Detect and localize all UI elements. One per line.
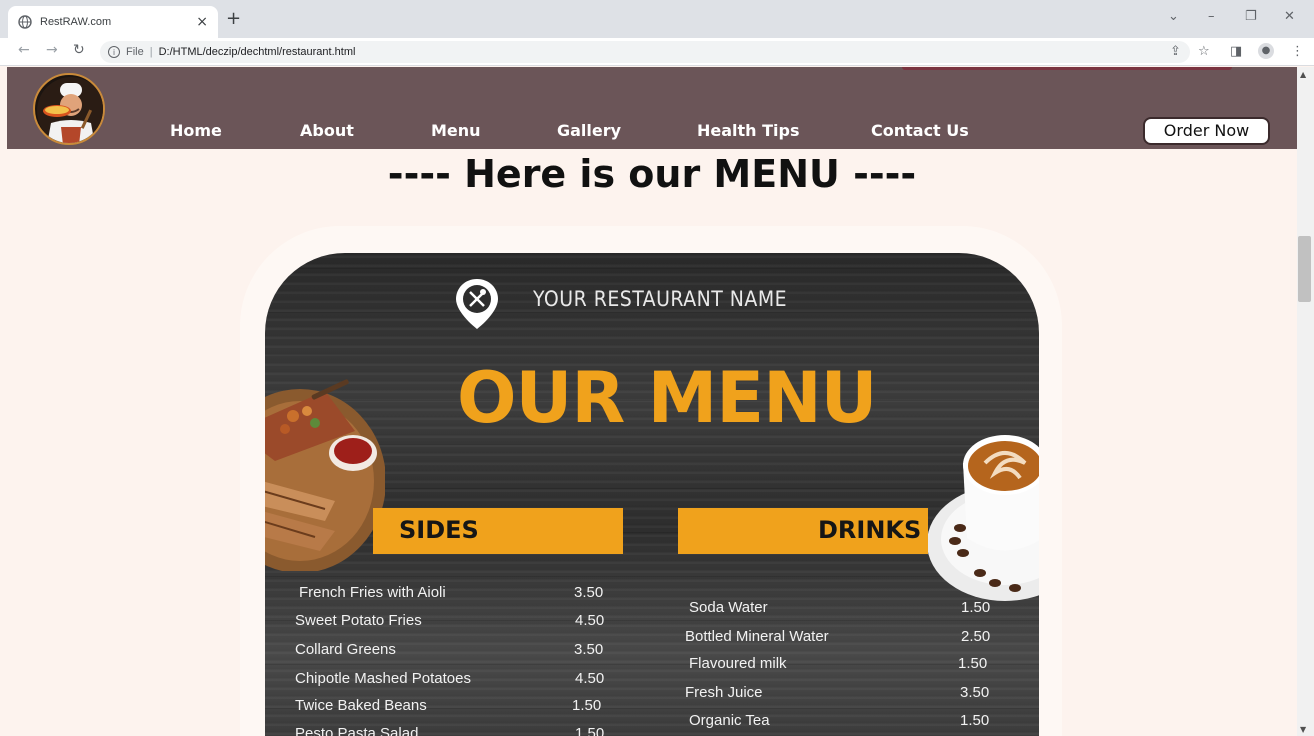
sides-banner: SIDES [373, 508, 623, 554]
browser-tab[interactable]: RestRAW.com × [8, 6, 218, 38]
coffee-cup-image [927, 435, 1039, 601]
drinks-label: DRINKS [818, 516, 922, 544]
drinks-banner: DRINKS [678, 508, 928, 554]
drinks-item-price: 2.50 [961, 628, 991, 645]
star-icon[interactable]: ☆ [1198, 44, 1210, 59]
sides-item-name: French Fries with Aioli [299, 584, 446, 601]
nav-contact-us[interactable]: Contact Us [871, 121, 969, 140]
nav-about[interactable]: About [300, 121, 354, 140]
nav-gallery[interactable]: Gallery [557, 121, 621, 140]
url-scheme: File [126, 46, 144, 58]
sides-item-name: Chipotle Mashed Potatoes [295, 670, 471, 687]
chevron-down-icon[interactable]: ⌄ [1168, 9, 1179, 24]
drinks-item-name: Organic Tea [689, 712, 770, 729]
reload-icon[interactable]: ↻ [73, 42, 85, 58]
order-now-button[interactable]: Order Now [1143, 117, 1270, 145]
sides-item-price: 1.50 [572, 697, 602, 714]
sides-item-name: Collard Greens [295, 641, 396, 658]
drinks-item-price: 1.50 [961, 599, 991, 616]
sides-label: SIDES [399, 516, 479, 544]
scroll-down-icon[interactable]: ▼ [1300, 725, 1306, 734]
url-separator: | [149, 46, 153, 58]
url-text[interactable]: D:/HTML/deczip/dechtml/restaurant.html [159, 46, 356, 58]
info-icon[interactable]: i [108, 46, 120, 58]
profile-icon[interactable]: ● [1258, 43, 1274, 59]
menu-page-heading: ---- Here is our MENU ---- [387, 152, 917, 196]
back-icon[interactable]: ← [18, 42, 30, 58]
sides-item-name: Twice Baked Beans [295, 697, 427, 714]
restaurant-name: YOUR RESTAURANT NAME [533, 287, 788, 311]
drinks-item-price: 1.50 [960, 712, 990, 729]
drinks-item-name: Bottled Mineral Water [685, 628, 829, 645]
url-omnibox[interactable]: i File | D:/HTML/deczip/dechtml/restaura… [100, 41, 1190, 63]
sides-item-price: 4.50 [575, 670, 605, 687]
page-scrollbar-track[interactable] [1297, 67, 1314, 736]
tab-title: RestRAW.com [40, 16, 112, 28]
sides-item-price: 1.50 [575, 725, 605, 736]
close-tab-icon[interactable]: × [196, 14, 208, 30]
globe-icon [18, 15, 32, 29]
drinks-item-price: 1.50 [958, 655, 988, 672]
restaurant-pin-icon [456, 279, 498, 329]
drinks-item-name: Flavoured milk [689, 655, 787, 672]
sides-item-name: Sweet Potato Fries [295, 612, 422, 629]
drinks-item-name: Fresh Juice [685, 684, 763, 701]
address-bar: ← → ↻ i File | D:/HTML/deczip/dechtml/re… [0, 38, 1314, 66]
sides-item-name: Pesto Pasta Salad [295, 725, 419, 736]
nav-health-tips[interactable]: Health Tips [697, 121, 800, 140]
nav-decor-strip [902, 67, 1232, 70]
sidepanel-icon[interactable]: ◨ [1230, 44, 1242, 59]
nav-home[interactable]: Home [170, 121, 222, 140]
chef-logo[interactable] [33, 73, 105, 145]
page-scrollbar-thumb[interactable] [1298, 236, 1311, 302]
drinks-item-name: Soda Water [689, 599, 768, 616]
minimize-icon[interactable]: – [1208, 9, 1215, 24]
restore-icon[interactable]: ❐ [1245, 9, 1257, 24]
sides-item-price: 3.50 [574, 641, 604, 658]
close-icon[interactable]: ✕ [1284, 9, 1295, 24]
drinks-item-price: 3.50 [960, 684, 990, 701]
forward-icon[interactable]: → [46, 42, 58, 58]
site-navbar: Home About Menu Gallery Health Tips Cont… [7, 67, 1297, 149]
share-icon[interactable]: ⇪ [1170, 44, 1181, 59]
sides-item-price: 3.50 [574, 584, 604, 601]
new-tab-button[interactable]: + [226, 8, 241, 29]
food-plate-image [265, 379, 385, 571]
kebab-menu-icon[interactable]: ⋮ [1291, 44, 1304, 59]
menu-board-image: YOUR RESTAURANT NAME OUR MENU SIDES DRIN… [265, 253, 1039, 736]
nav-menu[interactable]: Menu [431, 121, 481, 140]
our-menu-title: OUR MENU [457, 357, 878, 439]
scroll-up-icon[interactable]: ▲ [1300, 70, 1306, 79]
browser-tab-bar: RestRAW.com × + ⌄ – ❐ ✕ [0, 0, 1314, 38]
sides-item-price: 4.50 [575, 612, 605, 629]
